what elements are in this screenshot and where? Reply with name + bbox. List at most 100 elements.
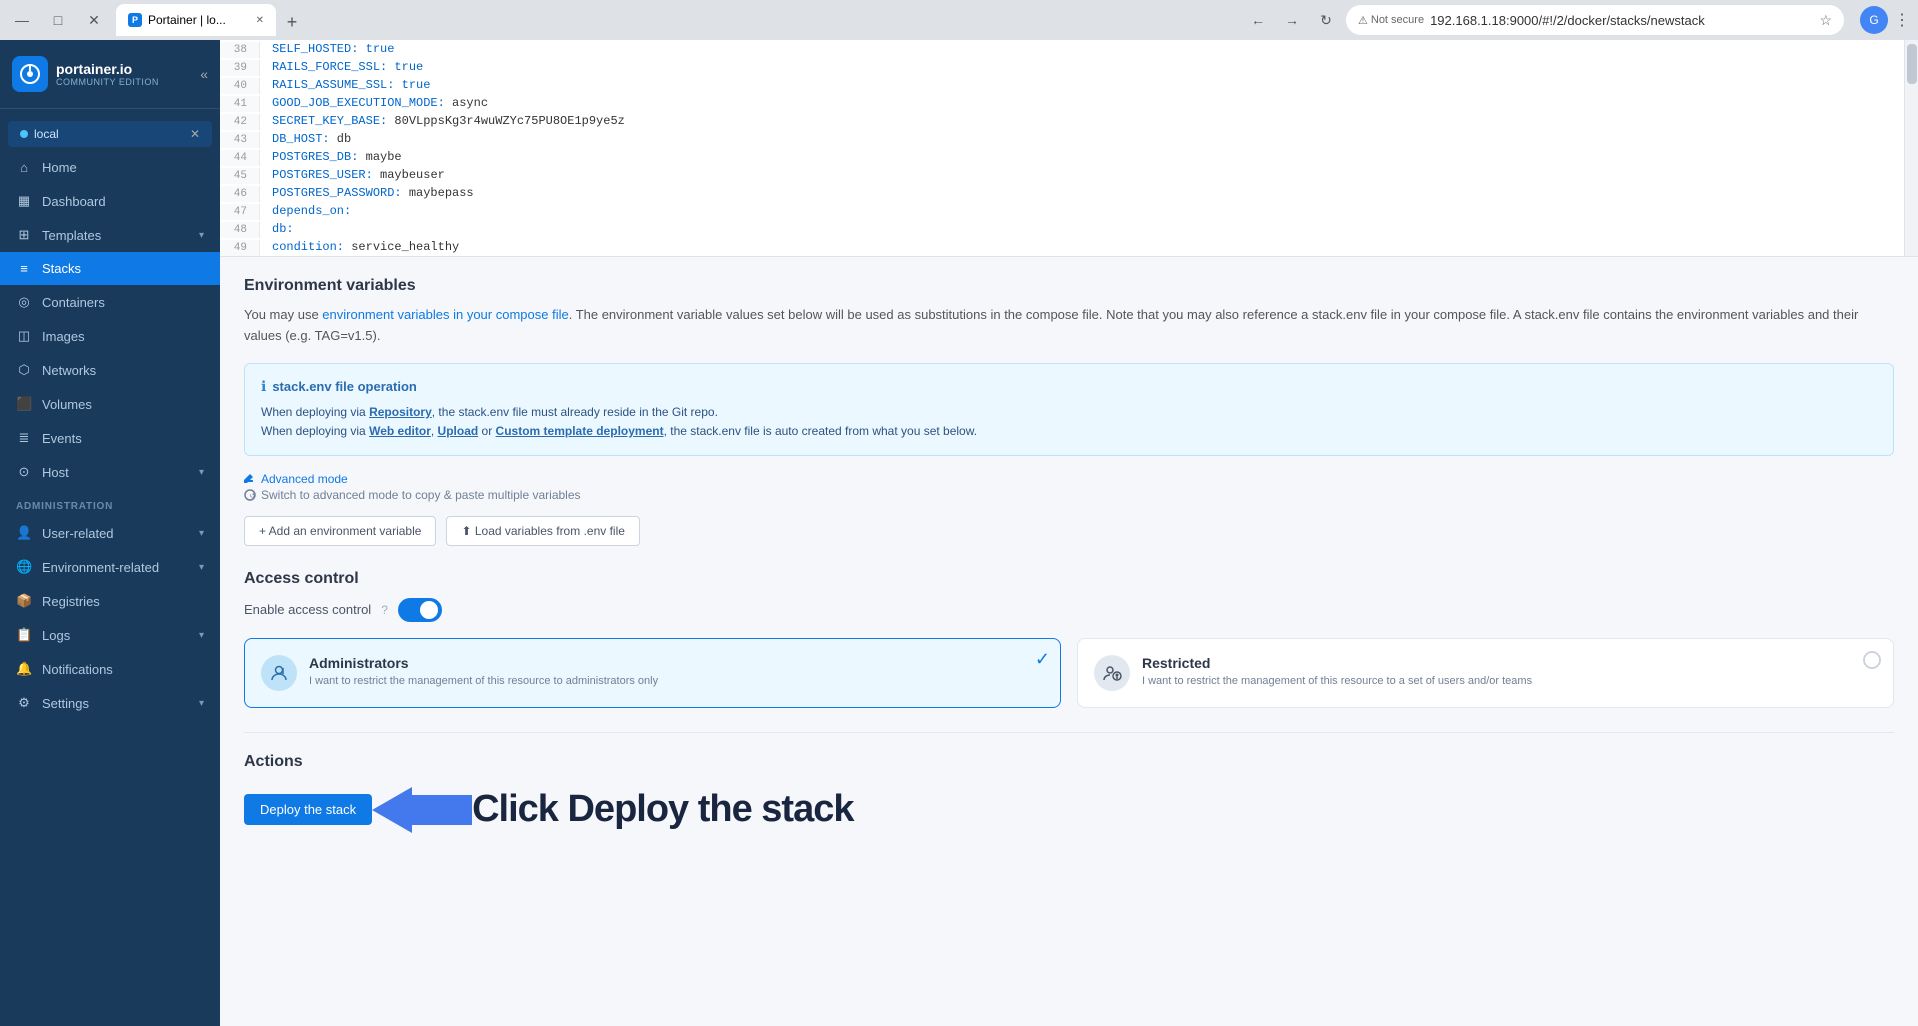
nav-label-host: Host [42, 465, 189, 480]
code-line-44: 44 POSTGRES_DB: maybe [220, 148, 1904, 166]
main-content: 38 SELF_HOSTED: true 39 RAILS_FORCE_SSL:… [220, 40, 1918, 1026]
stacks-icon: ≡ [16, 261, 32, 276]
nav-label-logs: Logs [42, 628, 189, 643]
admin-card-desc: I want to restrict the management of thi… [309, 674, 658, 689]
code-line-49: 49 condition: service_healthy [220, 238, 1904, 256]
access-card-restricted[interactable]: Restricted I want to restrict the manage… [1077, 638, 1894, 708]
sidebar-item-host[interactable]: ⊙ Host ▾ [0, 455, 220, 489]
sidebar-item-containers[interactable]: ◎ Containers [0, 285, 220, 319]
environment-related-chevron-icon: ▾ [199, 562, 204, 573]
profile-btn[interactable]: G [1860, 6, 1888, 34]
user-related-icon: 👤 [16, 525, 32, 541]
sidebar-item-user-related[interactable]: 👤 User-related ▾ [0, 516, 220, 550]
sidebar-item-networks[interactable]: ⬡ Networks [0, 353, 220, 387]
back-btn[interactable]: ← [1244, 6, 1272, 34]
forward-btn[interactable]: → [1278, 6, 1306, 34]
env-vars-link[interactable]: environment variables in your compose fi… [322, 307, 568, 322]
reload-btn[interactable]: ↻ [1312, 6, 1340, 34]
sidebar-item-events[interactable]: ≣ Events [0, 421, 220, 455]
nav-label-dashboard: Dashboard [42, 194, 204, 209]
events-icon: ≣ [16, 430, 32, 446]
env-buttons-row: + Add an environment variable ⬆ Load var… [244, 516, 1894, 546]
enable-access-label: Enable access control [244, 602, 371, 617]
endpoint-close-icon[interactable]: ✕ [190, 127, 200, 141]
nav-label-volumes: Volumes [42, 397, 204, 412]
left-arrow-icon [372, 785, 472, 835]
close-btn[interactable]: ✕ [80, 6, 108, 34]
annotation-text: Click Deploy the stack [472, 788, 853, 831]
code-line-41: 41 GOOD_JOB_EXECUTION_MODE: async [220, 94, 1904, 112]
templates-chevron-icon: ▾ [199, 230, 204, 241]
code-line-43: 43 DB_HOST: db [220, 130, 1904, 148]
info-box-p2: When deploying via Web editor, Upload or… [261, 422, 1877, 441]
nav-label-settings: Settings [42, 696, 189, 711]
host-icon: ⊙ [16, 464, 32, 480]
env-vars-title: Environment variables [244, 277, 1894, 295]
help-circle-icon[interactable]: ? [381, 603, 388, 617]
maximize-btn[interactable]: □ [44, 6, 72, 34]
deploy-stack-button[interactable]: Deploy the stack [244, 794, 372, 825]
tab-title: Portainer | lo... [148, 13, 226, 27]
info-web-editor-link[interactable]: Web editor [369, 424, 431, 438]
logo-text: portainer.io Community Edition [56, 61, 159, 87]
logo: portainer.io Community Edition [12, 56, 159, 92]
env-vars-description: You may use environment variables in you… [244, 305, 1894, 347]
tab-close-icon[interactable]: ✕ [256, 15, 264, 26]
load-env-file-button[interactable]: ⬆ Load variables from .env file [446, 516, 639, 546]
sidebar-item-home[interactable]: ⌂ Home [0, 151, 220, 184]
code-line-45: 45 POSTGRES_USER: maybeuser [220, 166, 1904, 184]
info-repository-link[interactable]: Repository [369, 405, 432, 419]
sidebar-collapse-icon[interactable]: « [200, 66, 208, 82]
address-bar[interactable]: ⚠ Not secure 192.168.1.18:9000/#!/2/dock… [1346, 5, 1844, 35]
logo-main-text: portainer.io [56, 61, 159, 77]
add-env-var-button[interactable]: + Add an environment variable [244, 516, 436, 546]
bookmark-icon[interactable]: ☆ [1819, 12, 1832, 29]
sidebar-item-templates[interactable]: ⊞ Templates ▾ [0, 218, 220, 252]
advanced-mode-info: ↺ Switch to advanced mode to copy & past… [244, 488, 1894, 502]
endpoint-badge: local ✕ [8, 121, 212, 147]
logo-sub-text: Community Edition [56, 77, 159, 87]
sidebar-item-environment-related[interactable]: 🌐 Environment-related ▾ [0, 550, 220, 584]
templates-icon: ⊞ [16, 227, 32, 243]
access-control-toggle[interactable] [398, 598, 442, 622]
host-chevron-icon: ▾ [199, 467, 204, 478]
nav-label-containers: Containers [42, 295, 204, 310]
registries-icon: 📦 [16, 593, 32, 609]
sidebar-item-images[interactable]: ◫ Images [0, 319, 220, 353]
info-box-p1: When deploying via Repository, the stack… [261, 403, 1877, 422]
sidebar-header: portainer.io Community Edition « [0, 40, 220, 109]
info-upload-link[interactable]: Upload [438, 424, 479, 438]
info-box-title: ℹ stack.env file operation [261, 378, 1877, 395]
security-indicator: ⚠ Not secure [1358, 14, 1424, 27]
sidebar-item-registries[interactable]: 📦 Registries [0, 584, 220, 618]
code-editor[interactable]: 38 SELF_HOSTED: true 39 RAILS_FORCE_SSL:… [220, 40, 1904, 256]
dashboard-icon: ▦ [16, 193, 32, 209]
access-card-administrators[interactable]: Administrators I want to restrict the ma… [244, 638, 1061, 708]
active-tab[interactable]: P Portainer | lo... ✕ [116, 4, 276, 36]
sidebar-item-stacks[interactable]: ≡ Stacks [0, 252, 220, 285]
new-tab-btn[interactable]: + [278, 8, 306, 36]
advanced-mode-toggle[interactable]: Advanced mode [244, 472, 1894, 486]
menu-icon[interactable]: ⋮ [1894, 10, 1910, 30]
networks-icon: ⬡ [16, 362, 32, 378]
sidebar-item-dashboard[interactable]: ▦ Dashboard [0, 184, 220, 218]
info-circle-icon: ℹ [261, 378, 266, 395]
containers-icon: ◎ [16, 294, 32, 310]
sidebar-item-logs[interactable]: 📋 Logs ▾ [0, 618, 220, 652]
user-related-chevron-icon: ▾ [199, 528, 204, 539]
sidebar-item-settings[interactable]: ⚙ Settings ▾ [0, 686, 220, 720]
sidebar-item-volumes[interactable]: ⬛ Volumes [0, 387, 220, 421]
arrow-annotation: Click Deploy the stack [372, 785, 853, 835]
endpoint-status-dot [20, 130, 28, 138]
code-line-40: 40 RAILS_ASSUME_SSL: true [220, 76, 1904, 94]
code-scrollbar[interactable] [1904, 40, 1918, 256]
minimize-btn[interactable]: — [8, 6, 36, 34]
code-section: 38 SELF_HOSTED: true 39 RAILS_FORCE_SSL:… [220, 40, 1918, 257]
info-custom-template-link[interactable]: Custom template deployment [496, 424, 664, 438]
restricted-card-radio [1863, 651, 1881, 669]
settings-chevron-icon: ▾ [199, 698, 204, 709]
sidebar-item-notifications[interactable]: 🔔 Notifications [0, 652, 220, 686]
advanced-mode-section: Advanced mode ↺ Switch to advanced mode … [244, 472, 1894, 502]
environment-related-icon: 🌐 [16, 559, 32, 575]
lock-icon: ⚠ [1358, 14, 1368, 27]
